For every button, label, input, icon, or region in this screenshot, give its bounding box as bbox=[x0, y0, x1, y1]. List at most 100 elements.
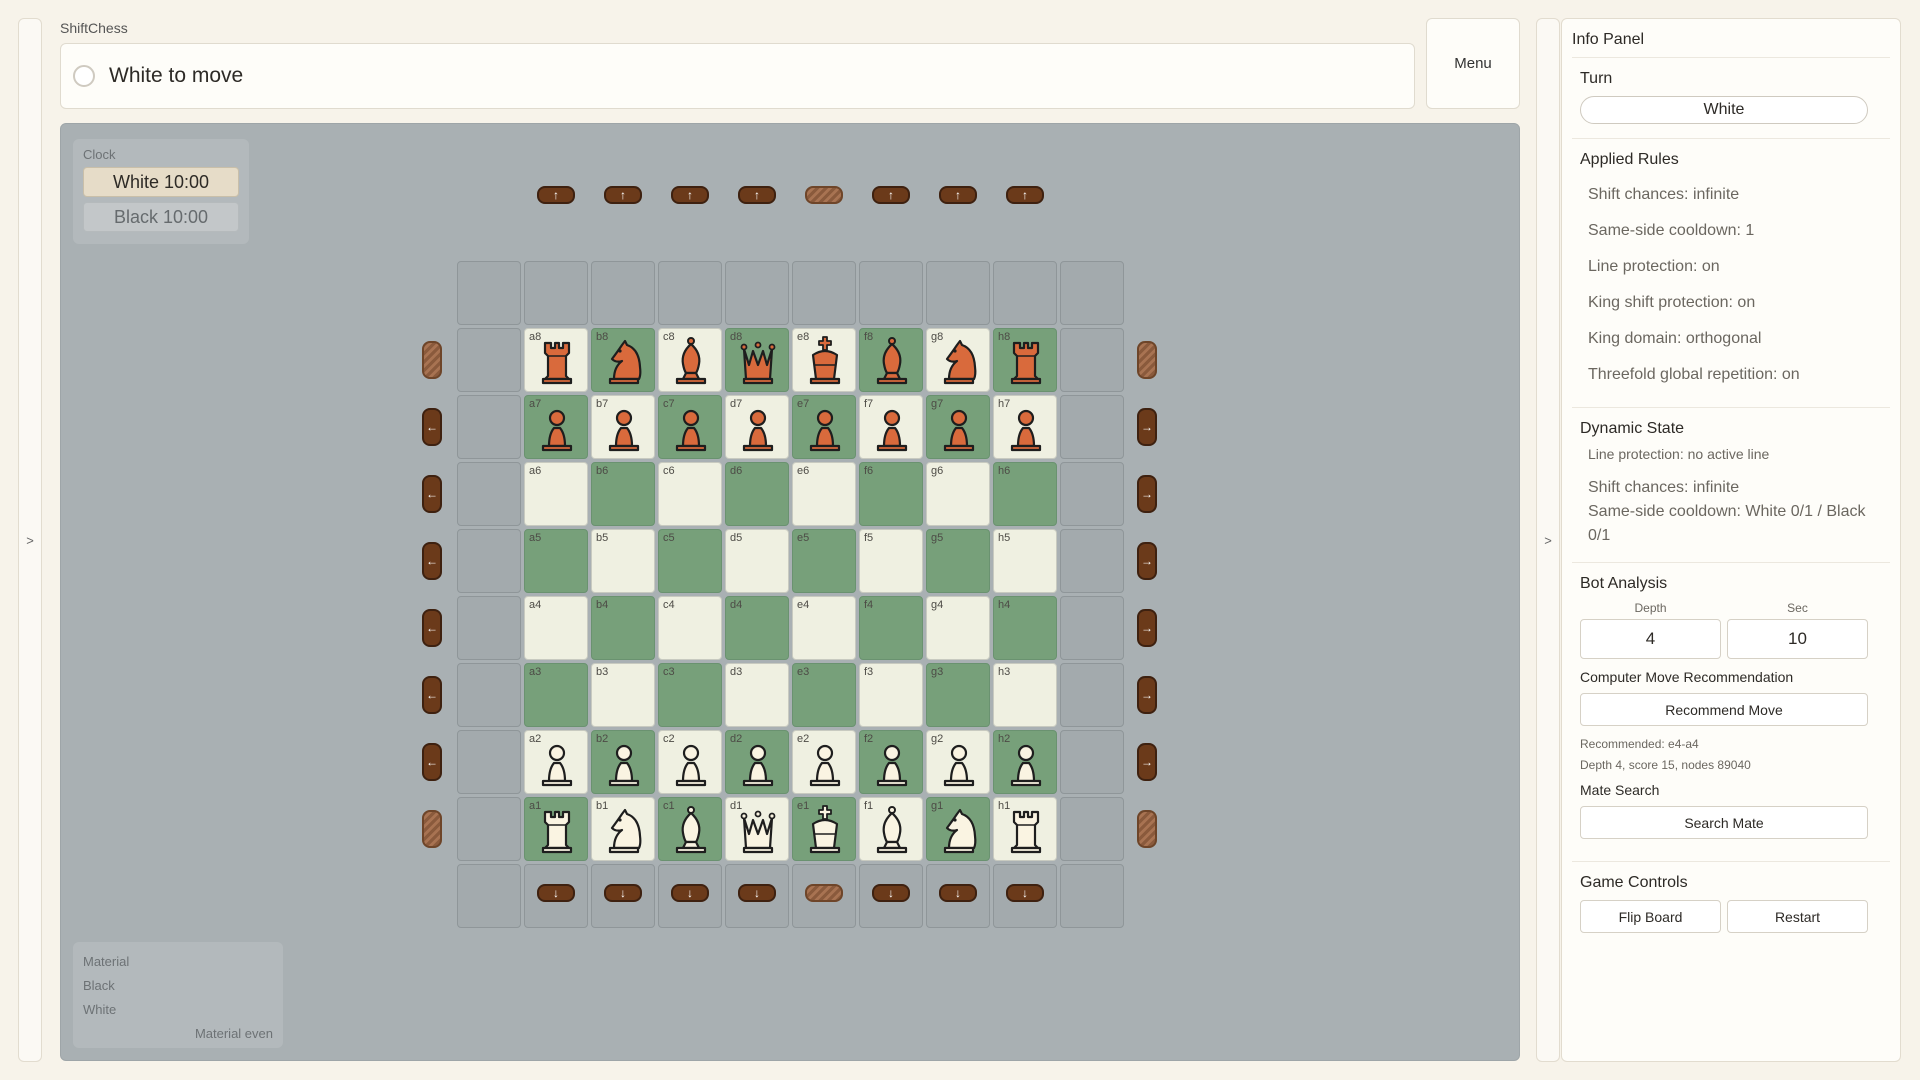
square-c1[interactable]: c1 bbox=[658, 797, 722, 861]
square-a1[interactable]: a1 bbox=[524, 797, 588, 861]
white-bishop-icon[interactable] bbox=[659, 798, 723, 862]
square-g7[interactable]: g7 bbox=[926, 395, 990, 459]
black-rook-icon[interactable] bbox=[994, 329, 1058, 393]
shift-up-button-f[interactable]: ↑ bbox=[872, 186, 910, 204]
square-d2[interactable]: d2 bbox=[725, 730, 789, 794]
shift-down-button-a[interactable]: ↓ bbox=[537, 884, 575, 902]
flip-board-button[interactable]: Flip Board bbox=[1580, 900, 1721, 933]
square-h7[interactable]: h7 bbox=[993, 395, 1057, 459]
square-c2[interactable]: c2 bbox=[658, 730, 722, 794]
square-e8[interactable]: e8 bbox=[792, 328, 856, 392]
shift-left-button-4[interactable]: ← bbox=[422, 609, 442, 647]
shift-up-button-a[interactable]: ↑ bbox=[537, 186, 575, 204]
square-g1[interactable]: g1 bbox=[926, 797, 990, 861]
square-c6[interactable]: c6 bbox=[658, 462, 722, 526]
square-h5[interactable]: h5 bbox=[993, 529, 1057, 593]
white-queen-icon[interactable] bbox=[726, 798, 790, 862]
square-g2[interactable]: g2 bbox=[926, 730, 990, 794]
seconds-input[interactable] bbox=[1727, 619, 1868, 659]
black-pawn-icon[interactable] bbox=[659, 396, 723, 460]
black-pawn-icon[interactable] bbox=[994, 396, 1058, 460]
square-b2[interactable]: b2 bbox=[591, 730, 655, 794]
shift-right-button-5[interactable]: → bbox=[1137, 542, 1157, 580]
search-mate-button[interactable]: Search Mate bbox=[1580, 806, 1868, 839]
black-pawn-icon[interactable] bbox=[927, 396, 991, 460]
square-a8[interactable]: a8 bbox=[524, 328, 588, 392]
square-c3[interactable]: c3 bbox=[658, 663, 722, 727]
shift-up-button-g[interactable]: ↑ bbox=[939, 186, 977, 204]
square-f1[interactable]: f1 bbox=[859, 797, 923, 861]
shift-left-button-6[interactable]: ← bbox=[422, 475, 442, 513]
shift-down-button-f[interactable]: ↓ bbox=[872, 884, 910, 902]
white-pawn-icon[interactable] bbox=[726, 731, 790, 795]
square-d6[interactable]: d6 bbox=[725, 462, 789, 526]
white-pawn-icon[interactable] bbox=[860, 731, 924, 795]
square-a4[interactable]: a4 bbox=[524, 596, 588, 660]
square-d3[interactable]: d3 bbox=[725, 663, 789, 727]
white-knight-icon[interactable] bbox=[592, 798, 656, 862]
shift-right-button-2[interactable]: → bbox=[1137, 743, 1157, 781]
white-pawn-icon[interactable] bbox=[525, 731, 589, 795]
square-a6[interactable]: a6 bbox=[524, 462, 588, 526]
shift-left-button-7[interactable]: ← bbox=[422, 408, 442, 446]
black-king-icon[interactable] bbox=[793, 329, 857, 393]
square-d5[interactable]: d5 bbox=[725, 529, 789, 593]
square-b1[interactable]: b1 bbox=[591, 797, 655, 861]
white-pawn-icon[interactable] bbox=[592, 731, 656, 795]
square-f5[interactable]: f5 bbox=[859, 529, 923, 593]
white-pawn-icon[interactable] bbox=[927, 731, 991, 795]
white-pawn-icon[interactable] bbox=[659, 731, 723, 795]
left-panel-toggle[interactable]: > bbox=[18, 18, 42, 1062]
shift-right-button-4[interactable]: → bbox=[1137, 609, 1157, 647]
square-b7[interactable]: b7 bbox=[591, 395, 655, 459]
shift-down-button-b[interactable]: ↓ bbox=[604, 884, 642, 902]
square-d4[interactable]: d4 bbox=[725, 596, 789, 660]
square-h2[interactable]: h2 bbox=[993, 730, 1057, 794]
shift-up-button-d[interactable]: ↑ bbox=[738, 186, 776, 204]
shift-left-button-5[interactable]: ← bbox=[422, 542, 442, 580]
square-b4[interactable]: b4 bbox=[591, 596, 655, 660]
square-e2[interactable]: e2 bbox=[792, 730, 856, 794]
square-a7[interactable]: a7 bbox=[524, 395, 588, 459]
black-queen-icon[interactable] bbox=[726, 329, 790, 393]
menu-button[interactable]: Menu bbox=[1426, 18, 1520, 109]
white-king-icon[interactable] bbox=[793, 798, 857, 862]
square-h4[interactable]: h4 bbox=[993, 596, 1057, 660]
info-panel-toggle[interactable]: > bbox=[1536, 18, 1560, 1062]
square-a3[interactable]: a3 bbox=[524, 663, 588, 727]
square-e4[interactable]: e4 bbox=[792, 596, 856, 660]
white-pawn-icon[interactable] bbox=[793, 731, 857, 795]
shift-down-button-g[interactable]: ↓ bbox=[939, 884, 977, 902]
square-e5[interactable]: e5 bbox=[792, 529, 856, 593]
white-knight-icon[interactable] bbox=[927, 798, 991, 862]
square-b3[interactable]: b3 bbox=[591, 663, 655, 727]
depth-input[interactable] bbox=[1580, 619, 1721, 659]
white-rook-icon[interactable] bbox=[994, 798, 1058, 862]
black-bishop-icon[interactable] bbox=[860, 329, 924, 393]
black-rook-icon[interactable] bbox=[525, 329, 589, 393]
square-g5[interactable]: g5 bbox=[926, 529, 990, 593]
restart-button[interactable]: Restart bbox=[1727, 900, 1868, 933]
shift-right-button-6[interactable]: → bbox=[1137, 475, 1157, 513]
square-f3[interactable]: f3 bbox=[859, 663, 923, 727]
square-h8[interactable]: h8 bbox=[993, 328, 1057, 392]
shift-down-button-h[interactable]: ↓ bbox=[1006, 884, 1044, 902]
square-e7[interactable]: e7 bbox=[792, 395, 856, 459]
white-pawn-icon[interactable] bbox=[994, 731, 1058, 795]
white-bishop-icon[interactable] bbox=[860, 798, 924, 862]
square-f8[interactable]: f8 bbox=[859, 328, 923, 392]
recommend-move-button[interactable]: Recommend Move bbox=[1580, 693, 1868, 726]
square-a5[interactable]: a5 bbox=[524, 529, 588, 593]
square-c5[interactable]: c5 bbox=[658, 529, 722, 593]
square-f2[interactable]: f2 bbox=[859, 730, 923, 794]
square-h6[interactable]: h6 bbox=[993, 462, 1057, 526]
black-knight-icon[interactable] bbox=[927, 329, 991, 393]
black-pawn-icon[interactable] bbox=[592, 396, 656, 460]
white-rook-icon[interactable] bbox=[525, 798, 589, 862]
shift-right-button-3[interactable]: → bbox=[1137, 676, 1157, 714]
square-b6[interactable]: b6 bbox=[591, 462, 655, 526]
square-c8[interactable]: c8 bbox=[658, 328, 722, 392]
shift-up-button-c[interactable]: ↑ bbox=[671, 186, 709, 204]
shift-up-button-h[interactable]: ↑ bbox=[1006, 186, 1044, 204]
shift-left-button-2[interactable]: ← bbox=[422, 743, 442, 781]
